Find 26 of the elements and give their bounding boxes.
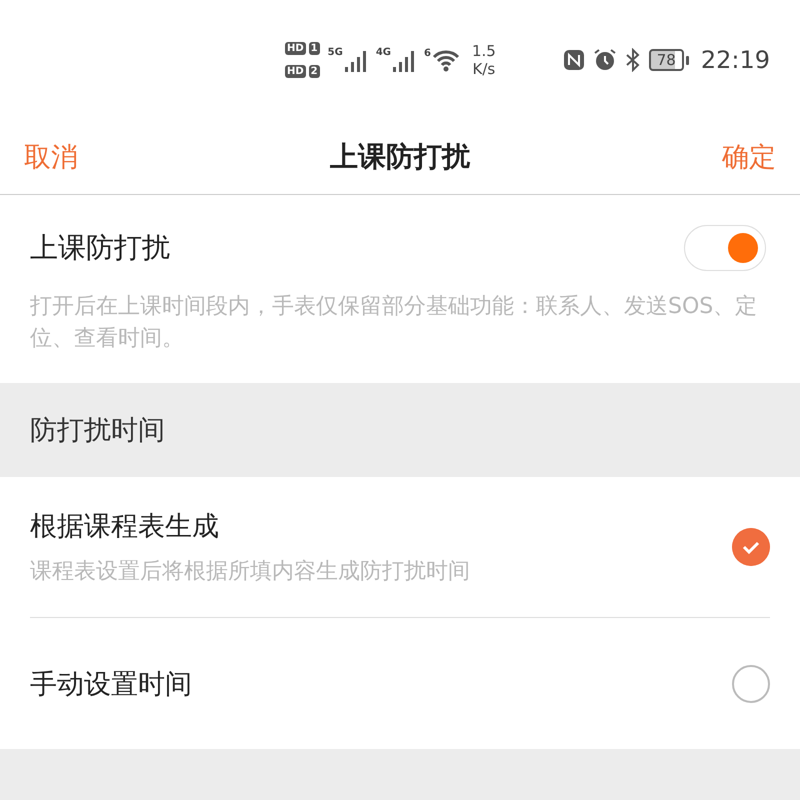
sim-label: HD — [285, 42, 306, 55]
checked-radio[interactable] — [732, 528, 770, 566]
option-subtitle: 课程表设置后将根据所填内容生成防打扰时间 — [30, 558, 470, 586]
option-row[interactable]: 根据课程表生成 课程表设置后将根据所填内容生成防打扰时间 — [30, 477, 770, 617]
clock-time: 22:19 — [700, 46, 770, 74]
setting-description: 打开后在上课时间段内，手表仅保留部分基础功能：联系人、发送SOS、定位、查看时间。 — [30, 293, 758, 353]
option-title: 手动设置时间 — [30, 668, 192, 702]
sim-slot: 2 — [308, 65, 320, 78]
page-title: 上课防打扰 — [330, 139, 470, 175]
bluetooth-icon — [624, 48, 641, 72]
sim-slot: 1 — [308, 42, 320, 55]
section-header: 防打扰时间 — [30, 414, 165, 448]
network-type: 4G — [376, 47, 391, 58]
speed-value: 1.5 — [472, 42, 496, 60]
battery-icon: 78 — [648, 49, 684, 71]
toggle-switch[interactable] — [684, 225, 766, 271]
sim-label: HD — [285, 65, 306, 78]
option-title: 根据课程表生成 — [30, 510, 220, 544]
radio-button[interactable] — [732, 664, 770, 702]
wifi-standard: 6 — [424, 48, 431, 59]
nfc-icon — [562, 49, 585, 71]
setting-title: 上课防打扰 — [30, 230, 170, 266]
wifi-icon — [432, 48, 460, 72]
network-type: 5G — [328, 47, 343, 58]
speed-unit: K/s — [472, 60, 496, 78]
alarm-icon — [592, 48, 617, 72]
